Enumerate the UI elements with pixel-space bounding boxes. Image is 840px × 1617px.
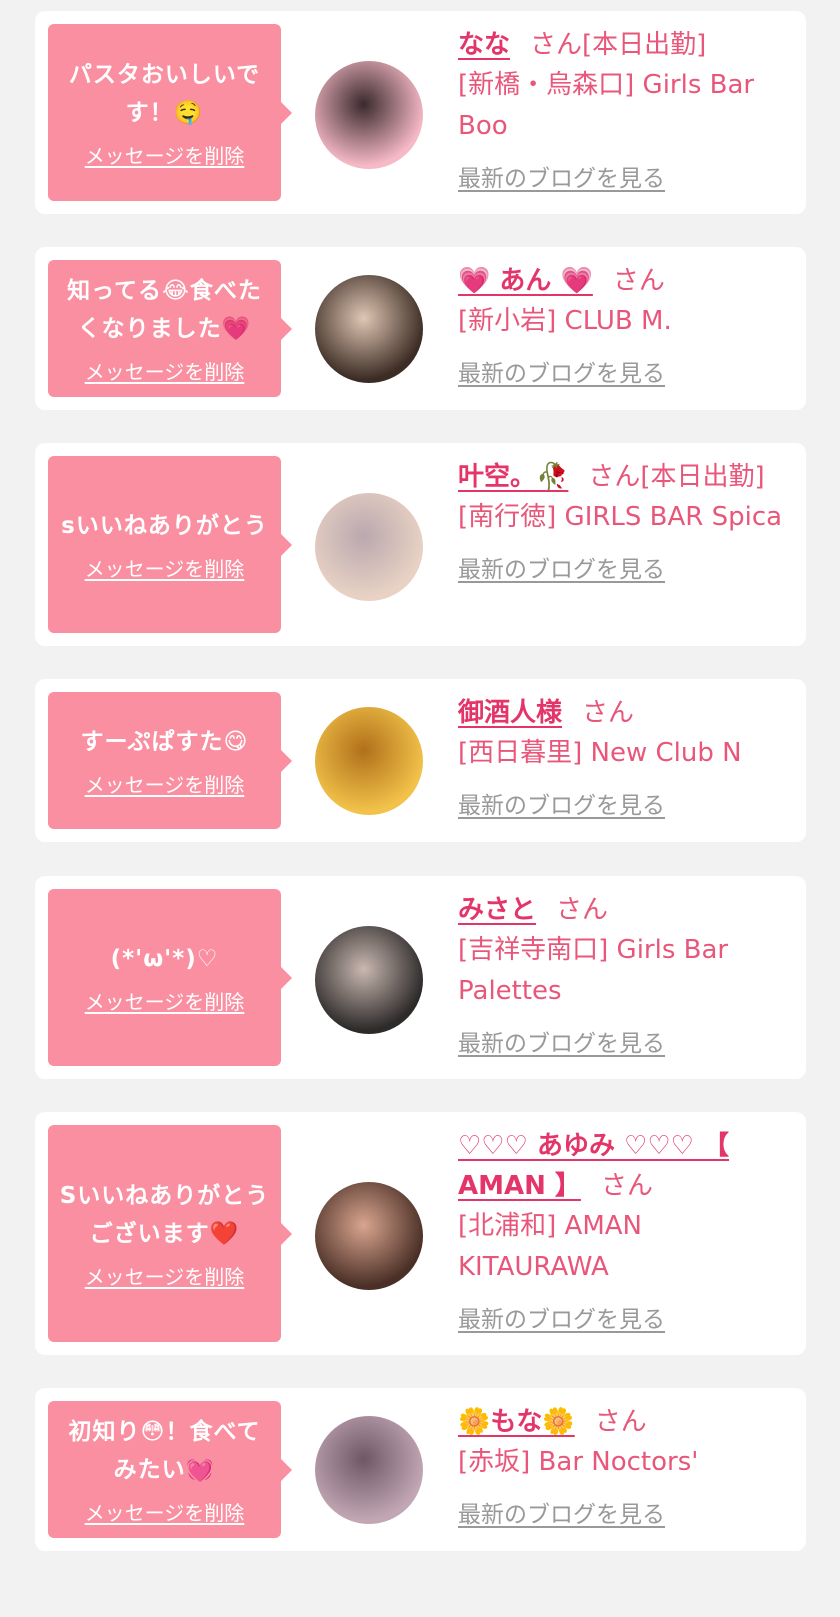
cast-name-link[interactable]: 🌼もな🌼: [458, 1407, 575, 1437]
avatar[interactable]: [315, 493, 423, 601]
avatar[interactable]: [315, 926, 423, 1034]
avatar[interactable]: [315, 1182, 423, 1290]
shop-name: [西日暮里] New Club N: [458, 738, 742, 768]
cast-suffix: さん[本日出勤]: [588, 462, 765, 492]
message-bubble: パスタおいしいです！🤤 メッセージを削除: [48, 24, 292, 201]
shop-name: [赤坂] Bar Noctors': [458, 1447, 699, 1477]
cast-suffix: さん: [556, 895, 609, 925]
message-card: 知ってる😂食べたくなりました💗 メッセージを削除 💗 あん 💗 さん [新小岩] CLU…: [35, 247, 806, 410]
delete-message-link[interactable]: メッセージを削除: [85, 140, 245, 169]
message-card: (*'ω'*)♡ メッセージを削除 みさと さん [吉祥寺南口] Girls Bar P…: [35, 876, 806, 1079]
cast-name-link[interactable]: なな: [458, 30, 510, 60]
cast-name-link[interactable]: 御酒人様: [458, 698, 562, 728]
latest-blog-link[interactable]: 最新のブログを見る: [458, 1024, 665, 1058]
cast-name-line: 💗 あん 💗 さん: [458, 261, 792, 301]
message-card: すーぷぱすた😋 メッセージを削除 御酒人様 さん [西日暮里] New Club N 最新…: [35, 679, 806, 842]
message-card: パスタおいしいです！🤤 メッセージを削除 なな さん[本日出勤] [新橋・烏森口] Gi…: [35, 11, 806, 214]
cast-name-link[interactable]: みさと: [458, 895, 536, 925]
message-bubble: sいいねありがとう メッセージを削除: [48, 456, 292, 633]
cast-suffix: さん: [600, 1171, 653, 1201]
cast-name-line: ♡♡♡ あゆみ ♡♡♡ 【 AMAN 】さん: [458, 1126, 792, 1206]
cast-name-link[interactable]: 💗 あん 💗: [458, 266, 593, 296]
cast-info: ♡♡♡ あゆみ ♡♡♡ 【 AMAN 】さん [北浦和] AMAN KITAURA…: [458, 1126, 792, 1334]
avatar[interactable]: [315, 707, 423, 815]
delete-message-link[interactable]: メッセージを削除: [85, 986, 245, 1015]
shop-name: [南行徳] GIRLS BAR Spica: [458, 502, 783, 532]
cast-name-line: 🌼もな🌼 さん: [458, 1402, 792, 1442]
message-text: 知ってる😂食べたくなりました💗: [67, 278, 262, 342]
message-card: Sいいねありがとうございます❤️ メッセージを削除 ♡♡♡ あゆみ ♡♡♡ 【 AM…: [35, 1112, 806, 1355]
latest-blog-link[interactable]: 最新のブログを見る: [458, 786, 665, 820]
shop-name: [新橋・烏森口] Girls Bar Boo: [458, 70, 755, 141]
cast-name-line: 御酒人様 さん: [458, 693, 792, 733]
cast-name-line: みさと さん: [458, 890, 792, 930]
cast-info: なな さん[本日出勤] [新橋・烏森口] Girls Bar Boo 最新のブログを見…: [458, 25, 792, 193]
delete-message-link[interactable]: メッセージを削除: [85, 553, 245, 582]
cast-info: 🌼もな🌼 さん [赤坂] Bar Noctors' 最新のブログを見る: [458, 1402, 792, 1529]
message-bubble: 初知り😳！食べてみたい💓 メッセージを削除: [48, 1401, 292, 1538]
message-bubble: 知ってる😂食べたくなりました💗 メッセージを削除: [48, 260, 292, 397]
latest-blog-link[interactable]: 最新のブログを見る: [458, 550, 665, 584]
message-bubble: (*'ω'*)♡ メッセージを削除: [48, 889, 292, 1066]
delete-message-link[interactable]: メッセージを削除: [85, 1497, 245, 1526]
cast-suffix: さん[本日出勤]: [530, 30, 707, 60]
cast-name-line: 叶空。🥀 さん[本日出勤]: [458, 457, 792, 497]
message-bubble: すーぷぱすた😋 メッセージを削除: [48, 692, 292, 829]
latest-blog-link[interactable]: 最新のブログを見る: [458, 354, 665, 388]
cast-suffix: さん: [612, 266, 665, 296]
latest-blog-link[interactable]: 最新のブログを見る: [458, 1495, 665, 1529]
cast-info: みさと さん [吉祥寺南口] Girls Bar Palettes 最新のブログを見る: [458, 890, 792, 1058]
cast-name-link[interactable]: 叶空。🥀: [458, 462, 568, 492]
delete-message-link[interactable]: メッセージを削除: [85, 1261, 245, 1290]
latest-blog-link[interactable]: 最新のブログを見る: [458, 1300, 665, 1334]
cast-name-line: なな さん[本日出勤]: [458, 25, 792, 65]
latest-blog-link[interactable]: 最新のブログを見る: [458, 159, 665, 193]
message-bubble: Sいいねありがとうございます❤️ メッセージを削除: [48, 1125, 292, 1342]
cast-name-link[interactable]: ♡♡♡ あゆみ ♡♡♡ 【 AMAN 】: [458, 1131, 729, 1201]
message-card: 初知り😳！食べてみたい💓 メッセージを削除 🌼もな🌼 さん [赤坂] Bar Nocto…: [35, 1388, 806, 1551]
message-list: パスタおいしいです！🤤 メッセージを削除 なな さん[本日出勤] [新橋・烏森口] Gi…: [0, 0, 840, 1617]
cast-info: 叶空。🥀 さん[本日出勤] [南行徳] GIRLS BAR Spica 最新のブログを…: [458, 457, 792, 584]
message-text: 初知り😳！食べてみたい💓: [68, 1419, 261, 1483]
delete-message-link[interactable]: メッセージを削除: [85, 356, 245, 385]
avatar[interactable]: [315, 61, 423, 169]
message-text: すーぷぱすた😋: [80, 729, 249, 755]
cast-info: 💗 あん 💗 さん [新小岩] CLUB M. 最新のブログを見る: [458, 261, 792, 388]
message-text: sいいねありがとう: [61, 513, 268, 539]
cast-info: 御酒人様 さん [西日暮里] New Club N 最新のブログを見る: [458, 693, 792, 820]
shop-name: [新小岩] CLUB M.: [458, 306, 672, 336]
cast-suffix: さん: [582, 698, 635, 728]
delete-message-link[interactable]: メッセージを削除: [85, 769, 245, 798]
message-text: (*'ω'*)♡: [110, 946, 219, 972]
avatar[interactable]: [315, 1416, 423, 1524]
avatar[interactable]: [315, 275, 423, 383]
message-text: Sいいねありがとうございます❤️: [59, 1183, 270, 1247]
message-text: パスタおいしいです！🤤: [68, 62, 261, 126]
shop-name: [吉祥寺南口] Girls Bar Palettes: [458, 935, 729, 1006]
message-card: sいいねありがとう メッセージを削除 叶空。🥀 さん[本日出勤] [南行徳] GIRLS…: [35, 443, 806, 646]
shop-name: [北浦和] AMAN KITAURAWA: [458, 1211, 643, 1282]
cast-suffix: さん: [594, 1407, 647, 1437]
